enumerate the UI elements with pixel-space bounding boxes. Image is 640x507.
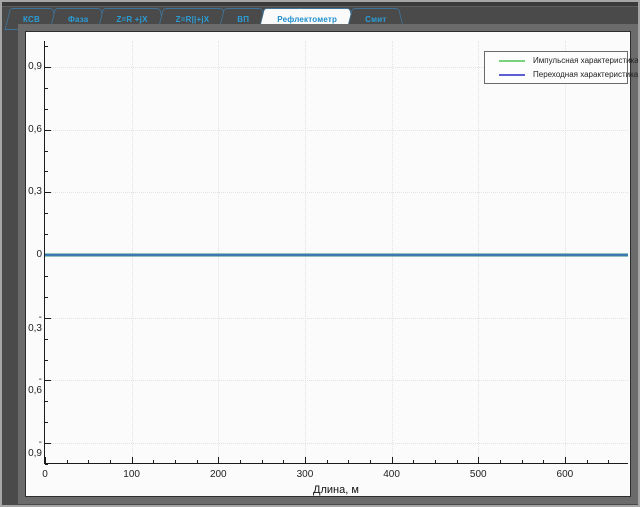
y-major-tick — [45, 130, 51, 131]
gridline-vertical — [392, 41, 393, 463]
tab-label: КСВ — [23, 15, 40, 24]
x-minor-tick — [197, 460, 198, 463]
x-minor-tick — [110, 460, 111, 463]
gridline-horizontal — [45, 443, 628, 444]
y-minor-tick — [45, 46, 48, 47]
y-minor-tick — [45, 109, 48, 110]
tab-reflectometer[interactable]: Рефлектометр — [264, 8, 350, 30]
x-minor-tick — [608, 460, 609, 463]
y-tick-label: - 0,3 — [23, 312, 42, 334]
x-tick-label: 500 — [461, 469, 495, 480]
x-minor-tick — [283, 460, 284, 463]
x-minor-tick — [153, 460, 154, 463]
x-major-tick — [478, 457, 479, 463]
y-tick-label: 0 — [23, 249, 42, 260]
y-minor-tick — [45, 171, 48, 172]
legend-item: Импульсная характеристика — [485, 55, 627, 66]
y-major-tick — [45, 67, 51, 68]
y-minor-tick — [45, 297, 48, 298]
x-tick-label: 300 — [288, 469, 322, 480]
x-major-tick — [132, 457, 133, 463]
app-window: КСВ Фаза Z=R +jX Z=R||+jX ВП Рефлектометр Смит… — [0, 0, 640, 507]
x-axis-title: Длина, м — [44, 484, 628, 496]
x-tick-label: 600 — [548, 469, 582, 480]
gridline-horizontal — [45, 380, 628, 381]
y-tick-label: 0,3 — [23, 186, 42, 197]
legend-label: Переходная характеристика — [533, 70, 638, 79]
tab-label: Смит — [365, 15, 386, 24]
y-minor-tick — [45, 151, 48, 152]
tab-z-parallel[interactable]: Z=R||+jX — [163, 8, 223, 30]
gridline-vertical — [478, 41, 479, 463]
x-tick-label: 0 — [28, 469, 62, 480]
tab-label: Фаза — [68, 15, 89, 24]
x-minor-tick — [240, 460, 241, 463]
x-minor-tick — [370, 460, 371, 463]
y-tick-label: - 0,6 — [23, 374, 42, 396]
x-minor-tick — [327, 460, 328, 463]
y-minor-tick — [45, 339, 48, 340]
legend-line-swatch — [499, 74, 525, 76]
x-major-tick — [218, 457, 219, 463]
x-minor-tick — [175, 460, 176, 463]
tab-vp[interactable]: ВП — [224, 8, 262, 30]
y-tick-label: 0,9 — [23, 61, 42, 72]
tab-bar: КСВ Фаза Z=R +jX Z=R||+jX ВП Рефлектометр Смит — [10, 6, 638, 30]
x-minor-tick — [587, 460, 588, 463]
x-minor-tick — [413, 460, 414, 463]
x-minor-tick — [67, 460, 68, 463]
y-tick-label: 0,6 — [23, 124, 42, 135]
x-minor-tick — [500, 460, 501, 463]
y-major-tick — [45, 443, 51, 444]
tab-label: Рефлектометр — [277, 15, 337, 24]
plot-area[interactable]: 01002003004005006000,90,60,30- 0,3- 0,6-… — [44, 41, 628, 464]
y-major-tick — [45, 318, 51, 319]
x-minor-tick — [435, 460, 436, 463]
x-tick-label: 200 — [201, 469, 235, 480]
y-tick-label: - 0,9 — [23, 437, 42, 459]
legend-line-swatch — [499, 60, 525, 62]
y-minor-tick — [45, 234, 48, 235]
gridline-vertical — [305, 41, 306, 463]
x-tick-label: 400 — [375, 469, 409, 480]
tab-smith[interactable]: Смит — [352, 8, 399, 30]
x-major-tick — [45, 457, 46, 463]
legend-label: Импульсная характеристика — [533, 56, 639, 65]
tab-label: ВП — [237, 15, 249, 24]
x-major-tick — [565, 457, 566, 463]
gridline-horizontal — [45, 130, 628, 131]
gridline-vertical — [132, 41, 133, 463]
y-minor-tick — [45, 88, 48, 89]
y-minor-tick — [45, 213, 48, 214]
x-minor-tick — [457, 460, 458, 463]
tab-label: Z=R +jX — [116, 15, 147, 24]
tab-z-series[interactable]: Z=R +jX — [103, 8, 160, 30]
legend-box: Импульсная характеристика Переходная хара… — [484, 51, 628, 84]
y-major-tick — [45, 192, 51, 193]
x-minor-tick — [348, 460, 349, 463]
y-minor-tick — [45, 464, 48, 465]
gridline-vertical — [218, 41, 219, 463]
x-tick-label: 100 — [115, 469, 149, 480]
x-minor-tick — [88, 460, 89, 463]
x-minor-tick — [262, 460, 263, 463]
chart-panel: 0 100 200 300 400 500 600 0,9 0,6 0,3 0 - 0,3 - 0,6 -… — [25, 31, 631, 497]
y-minor-tick — [45, 401, 48, 402]
x-major-tick — [305, 457, 306, 463]
x-major-tick — [392, 457, 393, 463]
y-minor-tick — [45, 360, 48, 361]
gridline-horizontal — [45, 192, 628, 193]
tab-faza[interactable]: Фаза — [55, 8, 102, 30]
tab-label: Z=R||+jX — [176, 15, 210, 24]
series-line-1 — [45, 254, 628, 256]
y-minor-tick — [45, 276, 48, 277]
y-minor-tick — [45, 422, 48, 423]
x-minor-tick — [522, 460, 523, 463]
gridline-horizontal — [45, 318, 628, 319]
tab-ksv[interactable]: КСВ — [10, 8, 53, 30]
legend-item: Переходная характеристика — [485, 69, 627, 80]
y-major-tick — [45, 380, 51, 381]
x-minor-tick — [543, 460, 544, 463]
gridline-vertical — [565, 41, 566, 463]
